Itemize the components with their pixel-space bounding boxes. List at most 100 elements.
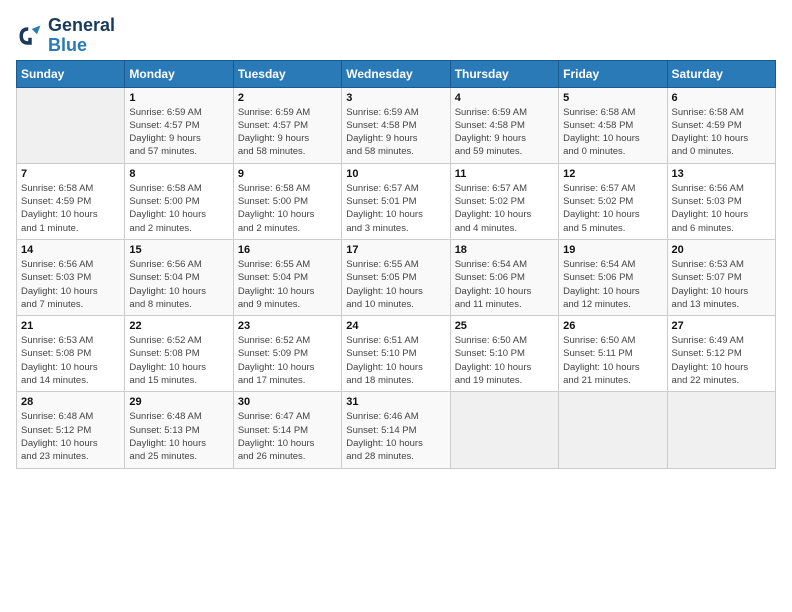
calendar-cell: 20 Sunrise: 6:53 AM Sunset: 5:07 PM Dayli…	[667, 239, 775, 315]
calendar-cell: 17Sunrise: 6:55 AM Sunset: 5:05 PM Dayli…	[342, 239, 450, 315]
logo-text: General Blue	[48, 16, 115, 56]
calendar-cell: 28 Sunrise: 6:48 AM Sunset: 5:12 PM Dayli…	[17, 392, 125, 468]
day-info: Sunrise: 6:52 AM Sunset: 5:08 PM Dayligh…	[129, 334, 228, 387]
calendar-cell: 9 Sunrise: 6:58 AM Sunset: 5:00 PM Daylig…	[233, 163, 341, 239]
calendar-cell	[450, 392, 558, 468]
day-number: 29	[129, 396, 228, 408]
calendar-table: SundayMondayTuesdayWednesdayThursdayFrid…	[16, 60, 776, 469]
calendar-week-row: 1 Sunrise: 6:59 AM Sunset: 4:57 PM Daylig…	[17, 87, 776, 163]
day-number: 18	[455, 244, 554, 256]
day-info: Sunrise: 6:51 AM Sunset: 5:10 PM Dayligh…	[346, 334, 445, 387]
calendar-cell: 13 Sunrise: 6:56 AM Sunset: 5:03 PM Dayli…	[667, 163, 775, 239]
day-info: Sunrise: 6:59 AM Sunset: 4:57 PM Dayligh…	[129, 106, 228, 159]
day-info: Sunrise: 6:55 AM Sunset: 5:04 PM Dayligh…	[238, 258, 337, 311]
calendar-cell: 4 Sunrise: 6:59 AM Sunset: 4:58 PM Daylig…	[450, 87, 558, 163]
day-info: Sunrise: 6:56 AM Sunset: 5:03 PM Dayligh…	[21, 258, 120, 311]
day-number: 25	[455, 320, 554, 332]
calendar-week-row: 14 Sunrise: 6:56 AM Sunset: 5:03 PM Dayli…	[17, 239, 776, 315]
calendar-cell: 16 Sunrise: 6:55 AM Sunset: 5:04 PM Dayli…	[233, 239, 341, 315]
day-number: 16	[238, 244, 337, 256]
day-header-saturday: Saturday	[667, 60, 775, 87]
calendar-cell: 30 Sunrise: 6:47 AM Sunset: 5:14 PM Dayli…	[233, 392, 341, 468]
day-number: 13	[672, 168, 771, 180]
calendar-cell	[17, 87, 125, 163]
calendar-cell: 3 Sunrise: 6:59 AM Sunset: 4:58 PM Daylig…	[342, 87, 450, 163]
calendar-cell: 27Sunrise: 6:49 AM Sunset: 5:12 PM Dayli…	[667, 316, 775, 392]
day-number: 10	[346, 168, 445, 180]
day-info: Sunrise: 6:49 AM Sunset: 5:12 PM Dayligh…	[672, 334, 771, 387]
day-info: Sunrise: 6:53 AM Sunset: 5:08 PM Dayligh…	[21, 334, 120, 387]
day-number: 24	[346, 320, 445, 332]
calendar-week-row: 21 Sunrise: 6:53 AM Sunset: 5:08 PM Dayli…	[17, 316, 776, 392]
day-number: 19	[563, 244, 662, 256]
day-info: Sunrise: 6:59 AM Sunset: 4:58 PM Dayligh…	[455, 106, 554, 159]
day-info: Sunrise: 6:57 AM Sunset: 5:02 PM Dayligh…	[563, 182, 662, 235]
calendar-cell: 29 Sunrise: 6:48 AM Sunset: 5:13 PM Dayli…	[125, 392, 233, 468]
day-number: 5	[563, 92, 662, 104]
day-info: Sunrise: 6:59 AM Sunset: 4:58 PM Dayligh…	[346, 106, 445, 159]
day-info: Sunrise: 6:57 AM Sunset: 5:02 PM Dayligh…	[455, 182, 554, 235]
day-info: Sunrise: 6:50 AM Sunset: 5:10 PM Dayligh…	[455, 334, 554, 387]
day-number: 4	[455, 92, 554, 104]
day-info: Sunrise: 6:57 AM Sunset: 5:01 PM Dayligh…	[346, 182, 445, 235]
day-info: Sunrise: 6:46 AM Sunset: 5:14 PM Dayligh…	[346, 410, 445, 463]
calendar-cell: 24 Sunrise: 6:51 AM Sunset: 5:10 PM Dayli…	[342, 316, 450, 392]
calendar-cell: 2Sunrise: 6:59 AM Sunset: 4:57 PM Daylig…	[233, 87, 341, 163]
day-number: 3	[346, 92, 445, 104]
logo-icon	[16, 22, 44, 50]
day-info: Sunrise: 6:53 AM Sunset: 5:07 PM Dayligh…	[672, 258, 771, 311]
calendar-cell: 1 Sunrise: 6:59 AM Sunset: 4:57 PM Daylig…	[125, 87, 233, 163]
day-number: 9	[238, 168, 337, 180]
day-number: 26	[563, 320, 662, 332]
day-number: 23	[238, 320, 337, 332]
day-info: Sunrise: 6:48 AM Sunset: 5:13 PM Dayligh…	[129, 410, 228, 463]
calendar-cell: 25 Sunrise: 6:50 AM Sunset: 5:10 PM Dayli…	[450, 316, 558, 392]
day-number: 21	[21, 320, 120, 332]
day-number: 17	[346, 244, 445, 256]
calendar-cell: 10 Sunrise: 6:57 AM Sunset: 5:01 PM Dayli…	[342, 163, 450, 239]
day-number: 15	[129, 244, 228, 256]
day-info: Sunrise: 6:58 AM Sunset: 4:58 PM Dayligh…	[563, 106, 662, 159]
calendar-cell: 11 Sunrise: 6:57 AM Sunset: 5:02 PM Dayli…	[450, 163, 558, 239]
day-number: 20	[672, 244, 771, 256]
day-number: 28	[21, 396, 120, 408]
calendar-cell: 23Sunrise: 6:52 AM Sunset: 5:09 PM Dayli…	[233, 316, 341, 392]
calendar-week-row: 28 Sunrise: 6:48 AM Sunset: 5:12 PM Dayli…	[17, 392, 776, 468]
calendar-cell: 26 Sunrise: 6:50 AM Sunset: 5:11 PM Dayli…	[559, 316, 667, 392]
day-header-tuesday: Tuesday	[233, 60, 341, 87]
day-number: 30	[238, 396, 337, 408]
day-header-sunday: Sunday	[17, 60, 125, 87]
day-number: 11	[455, 168, 554, 180]
day-info: Sunrise: 6:56 AM Sunset: 5:04 PM Dayligh…	[129, 258, 228, 311]
day-header-wednesday: Wednesday	[342, 60, 450, 87]
day-info: Sunrise: 6:58 AM Sunset: 5:00 PM Dayligh…	[238, 182, 337, 235]
day-info: Sunrise: 6:54 AM Sunset: 5:06 PM Dayligh…	[455, 258, 554, 311]
day-number: 1	[129, 92, 228, 104]
day-info: Sunrise: 6:47 AM Sunset: 5:14 PM Dayligh…	[238, 410, 337, 463]
day-info: Sunrise: 6:48 AM Sunset: 5:12 PM Dayligh…	[21, 410, 120, 463]
calendar-cell: 8Sunrise: 6:58 AM Sunset: 5:00 PM Daylig…	[125, 163, 233, 239]
day-header-monday: Monday	[125, 60, 233, 87]
day-header-thursday: Thursday	[450, 60, 558, 87]
calendar-cell: 19 Sunrise: 6:54 AM Sunset: 5:06 PM Dayli…	[559, 239, 667, 315]
day-info: Sunrise: 6:56 AM Sunset: 5:03 PM Dayligh…	[672, 182, 771, 235]
calendar-cell: 15 Sunrise: 6:56 AM Sunset: 5:04 PM Dayli…	[125, 239, 233, 315]
day-header-friday: Friday	[559, 60, 667, 87]
logo: General Blue	[16, 16, 115, 56]
day-number: 6	[672, 92, 771, 104]
calendar-header-row: SundayMondayTuesdayWednesdayThursdayFrid…	[17, 60, 776, 87]
calendar-cell: 18 Sunrise: 6:54 AM Sunset: 5:06 PM Dayli…	[450, 239, 558, 315]
day-info: Sunrise: 6:54 AM Sunset: 5:06 PM Dayligh…	[563, 258, 662, 311]
day-info: Sunrise: 6:58 AM Sunset: 4:59 PM Dayligh…	[21, 182, 120, 235]
day-number: 31	[346, 396, 445, 408]
calendar-cell: 14 Sunrise: 6:56 AM Sunset: 5:03 PM Dayli…	[17, 239, 125, 315]
calendar-cell	[667, 392, 775, 468]
day-number: 14	[21, 244, 120, 256]
day-info: Sunrise: 6:58 AM Sunset: 4:59 PM Dayligh…	[672, 106, 771, 159]
day-number: 7	[21, 168, 120, 180]
day-number: 2	[238, 92, 337, 104]
calendar-cell: 7 Sunrise: 6:58 AM Sunset: 4:59 PM Daylig…	[17, 163, 125, 239]
calendar-cell: 31 Sunrise: 6:46 AM Sunset: 5:14 PM Dayli…	[342, 392, 450, 468]
calendar-cell: 22Sunrise: 6:52 AM Sunset: 5:08 PM Dayli…	[125, 316, 233, 392]
day-info: Sunrise: 6:50 AM Sunset: 5:11 PM Dayligh…	[563, 334, 662, 387]
